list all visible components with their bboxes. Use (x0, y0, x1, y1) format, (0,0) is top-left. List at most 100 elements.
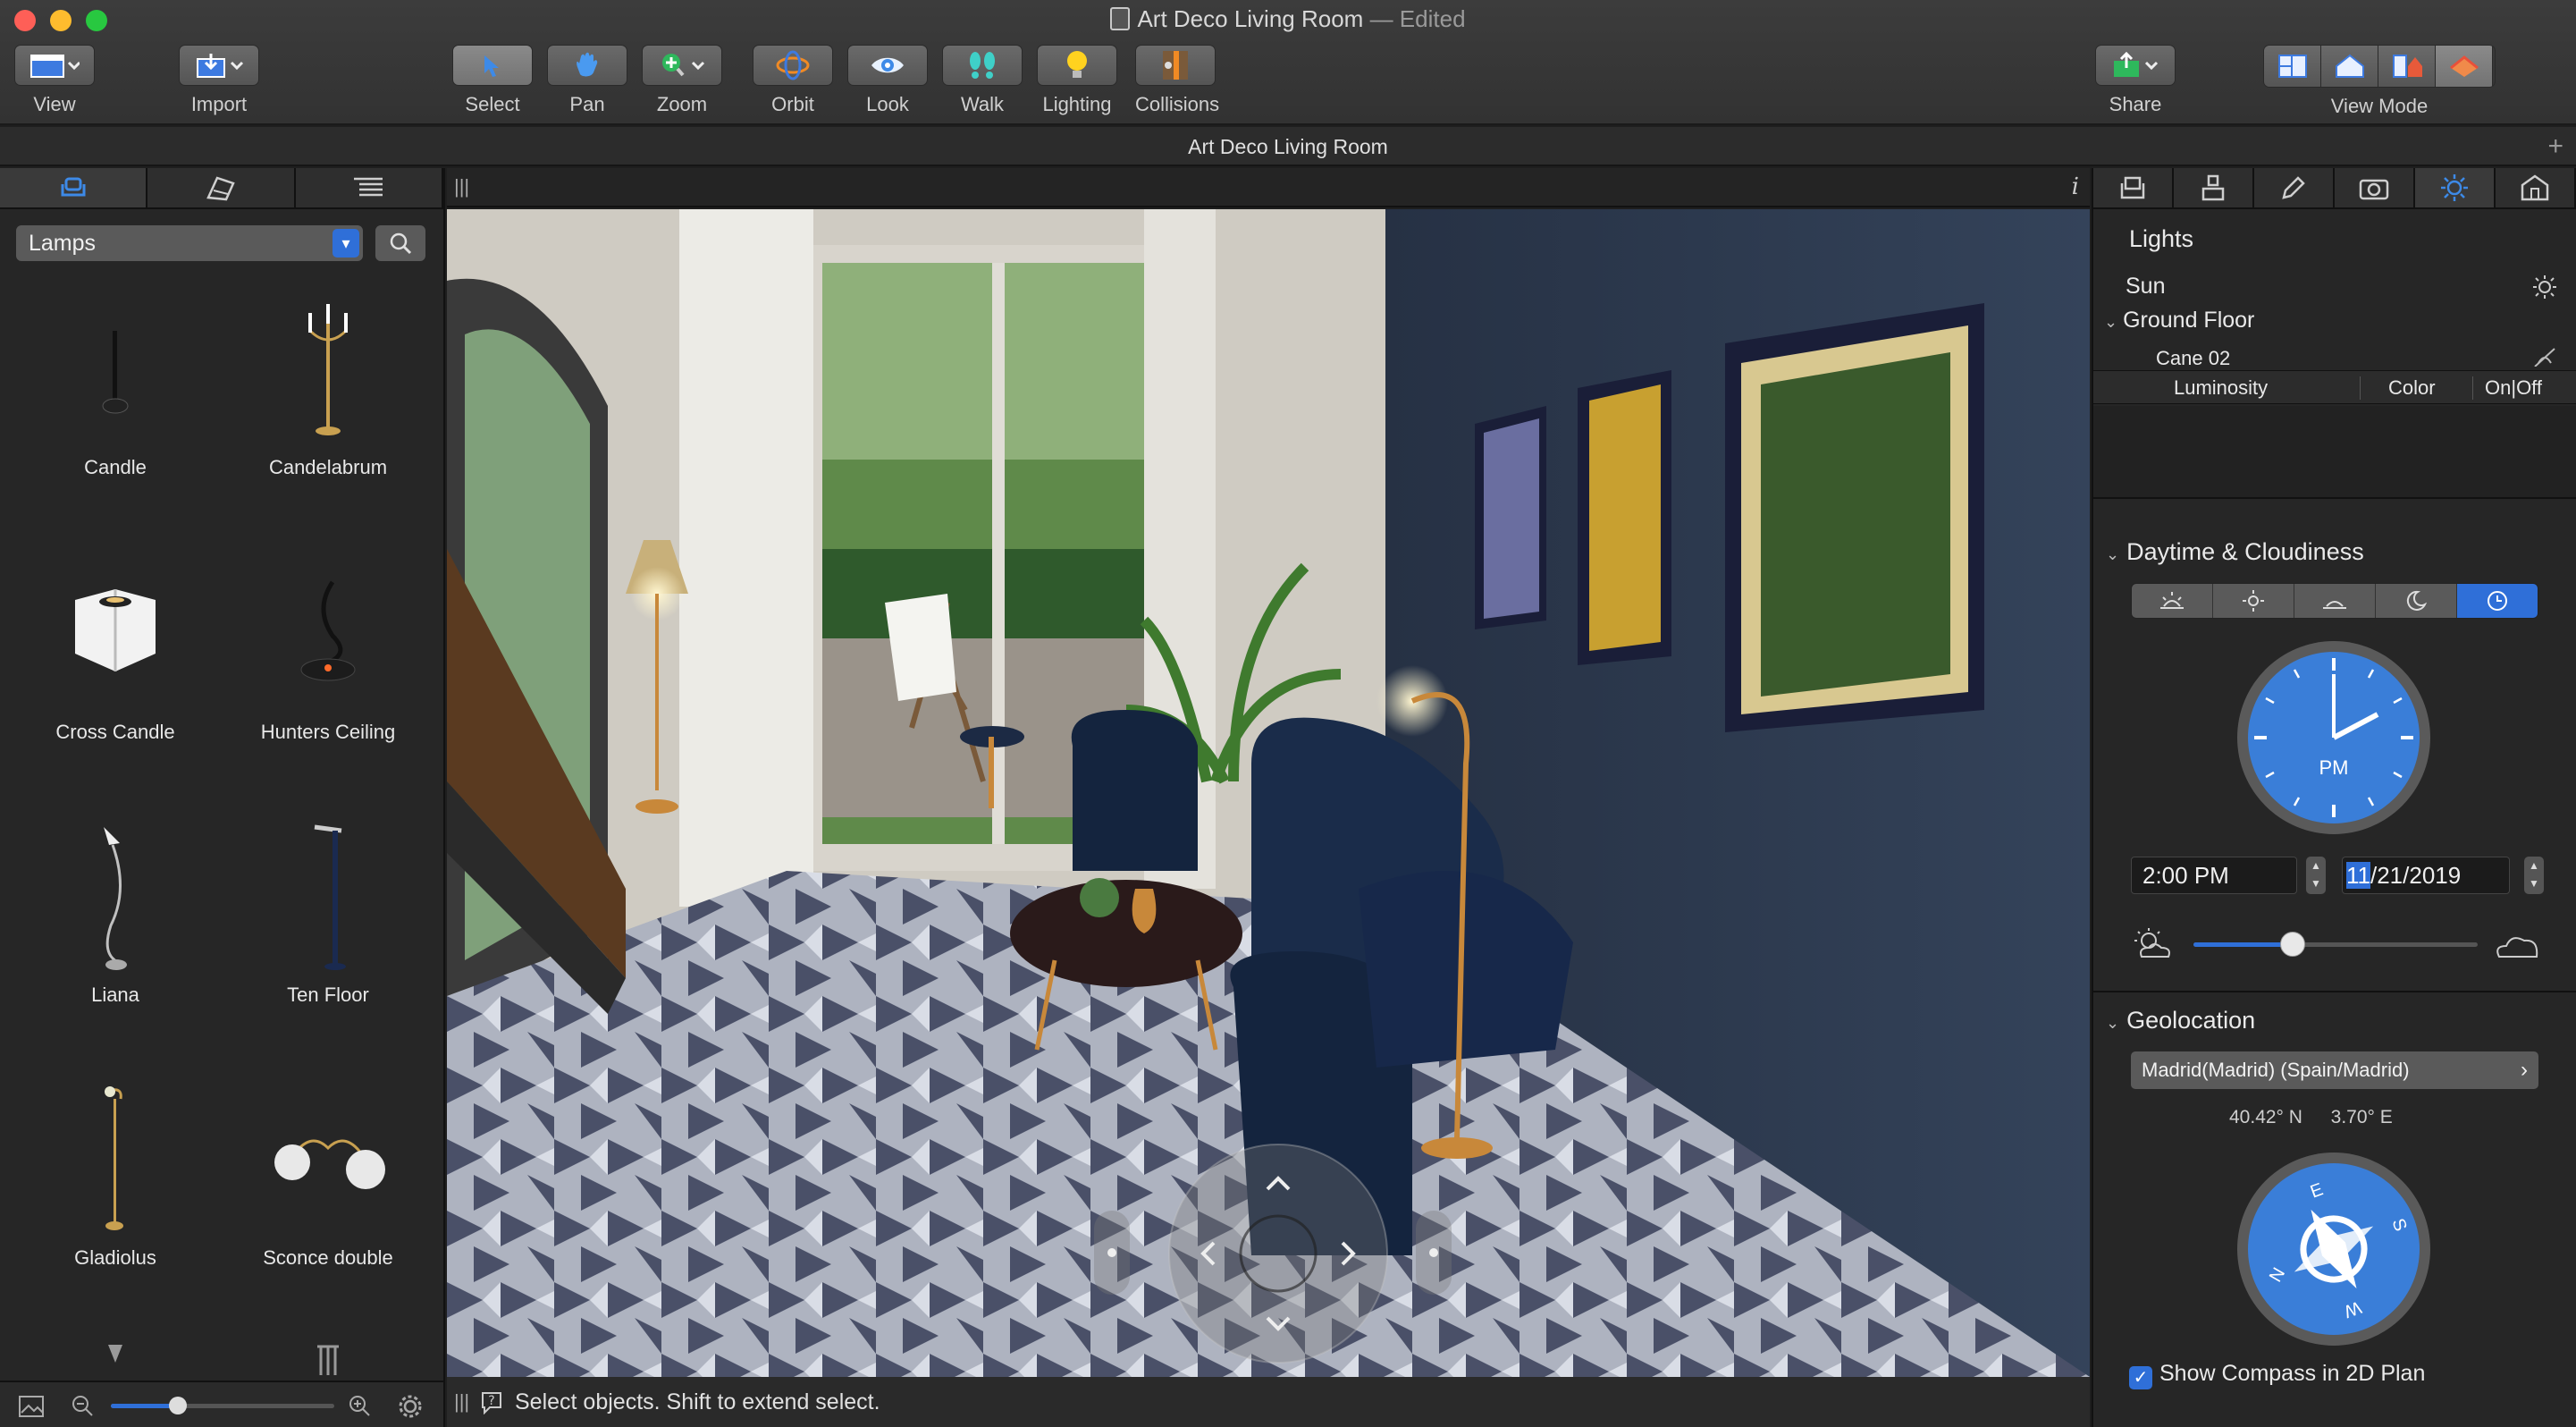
daytime-title: Daytime & Cloudiness (2126, 538, 2364, 565)
thumbnail-size-fill (111, 1404, 178, 1408)
inspector-tabs (2093, 168, 2576, 209)
compass[interactable]: N E S W (2235, 1150, 2433, 1348)
new-tab-button[interactable]: + (2547, 127, 2563, 166)
library-item-label: Hunters Ceiling (260, 721, 396, 743)
daytime-sunset[interactable] (2294, 584, 2376, 618)
light-item-cane[interactable]: Cane 02 (2156, 347, 2558, 367)
tab-materials[interactable] (147, 168, 296, 207)
look-tool[interactable]: Look (847, 45, 928, 116)
thumbnail-size-knob[interactable] (169, 1397, 187, 1414)
location-button[interactable]: Madrid(Madrid) (Spain/Madrid) › (2131, 1051, 2538, 1089)
chevron-down-icon: ⌄ (2106, 1014, 2120, 1032)
pan-tool[interactable]: Pan (547, 45, 627, 116)
import-tool[interactable]: Import (179, 45, 259, 116)
view-mode-tool[interactable]: View Mode (2263, 45, 2496, 118)
daytime-section-header[interactable]: ⌄ Daytime & Cloudiness (2106, 538, 2364, 566)
zoom-out-icon[interactable] (70, 1393, 95, 1418)
date-stepper[interactable]: ▲ ▼ (2524, 857, 2544, 894)
geolocation-section-header[interactable]: ⌄ Geolocation (2106, 1007, 2255, 1034)
walk-button[interactable] (942, 45, 1023, 86)
view-button[interactable] (14, 45, 95, 86)
cross-candle-thumbnail (75, 589, 156, 671)
latitude: 40.42° N (2229, 1107, 2302, 1127)
zoom-tool[interactable]: Zoom (642, 45, 722, 116)
library-item[interactable]: Sconce double (222, 1068, 434, 1270)
library-item[interactable]: Ten Floor (222, 805, 434, 1007)
collisions-tool[interactable]: Collisions (1135, 45, 1219, 116)
library-item[interactable]: Gladiolus (9, 1068, 222, 1270)
collisions-button[interactable] (1135, 45, 1216, 86)
library-search-button[interactable] (375, 225, 425, 261)
tab-objects[interactable] (0, 168, 148, 207)
tab-building[interactable] (2496, 168, 2576, 207)
library-item[interactable]: Candle (9, 277, 222, 479)
tab-camera[interactable] (2335, 168, 2415, 207)
ground-floor-label: Ground Floor (2123, 308, 2255, 333)
zoom-button[interactable] (642, 45, 722, 86)
date-field[interactable]: 11/21/2019 (2342, 857, 2510, 894)
pan-button[interactable] (547, 45, 627, 86)
daytime-night[interactable] (2376, 584, 2457, 618)
view-mode-3d[interactable] (2436, 46, 2493, 87)
orbit-button[interactable] (753, 45, 833, 86)
document-tab[interactable]: Art Deco Living Room (1188, 135, 1388, 158)
share-tool[interactable]: Share (2095, 45, 2176, 116)
walk-tool[interactable]: Walk (942, 45, 1023, 116)
thumbnail-size-slider[interactable] (111, 1397, 334, 1414)
view-tool[interactable]: View (14, 45, 95, 116)
zoom-in-icon[interactable] (347, 1393, 372, 1418)
cloudiness-knob[interactable] (2280, 932, 2306, 957)
longitude: 3.70° E (2330, 1107, 2393, 1127)
column-onoff[interactable]: On|Off (2485, 371, 2542, 405)
library-item[interactable] (9, 1341, 222, 1375)
3d-viewport[interactable] (447, 209, 2090, 1377)
view-mode-2d-plan[interactable] (2264, 46, 2321, 87)
tab-lights[interactable] (2415, 168, 2496, 207)
image-icon[interactable] (18, 1395, 45, 1418)
daytime-segmented[interactable] (2131, 583, 2538, 619)
select-button[interactable] (452, 45, 533, 86)
library-item[interactable]: Hunters Ceiling (222, 542, 434, 744)
time-field[interactable] (2131, 857, 2297, 894)
daytime-noon[interactable] (2213, 584, 2294, 618)
orbit-tool[interactable]: Orbit (753, 45, 833, 116)
light-item-sun[interactable]: Sun (2126, 274, 2558, 300)
sun-icon (2243, 590, 2264, 612)
window-title-text: Art Deco Living Room (1137, 5, 1364, 32)
light-group-ground-floor[interactable]: ⌄ Ground Floor (2104, 308, 2254, 334)
category-select[interactable]: Lamps ▾ (16, 225, 363, 261)
show-compass-row[interactable]: ✓ Show Compass in 2D Plan (2129, 1361, 2425, 1389)
library-item[interactable] (222, 1341, 434, 1375)
tab-edit[interactable] (2254, 168, 2335, 207)
sun-icon (2441, 174, 2468, 201)
library-item[interactable]: Liana (9, 805, 222, 1007)
lighting-button[interactable] (1037, 45, 1117, 86)
select-tool[interactable]: Select (452, 45, 533, 116)
tab-list[interactable] (295, 168, 443, 207)
lighting-tool[interactable]: Lighting (1037, 45, 1117, 116)
cloudiness-slider[interactable] (2193, 932, 2478, 957)
view-mode-split-3d[interactable] (2378, 46, 2436, 87)
view-mode-split[interactable] (2321, 46, 2378, 87)
house-split-icon (2392, 55, 2422, 78)
tab-furniture[interactable] (2093, 168, 2174, 207)
share-button[interactable] (2095, 45, 2176, 86)
library-item[interactable]: Candelabrum (222, 277, 434, 479)
import-button[interactable] (179, 45, 259, 86)
info-icon[interactable]: i (2072, 173, 2079, 200)
chevron-down-icon: ⌄ (2104, 313, 2118, 331)
library-item[interactable]: Cross Candle (9, 542, 222, 744)
drag-handle-icon[interactable]: ||| (454, 175, 469, 198)
daytime-custom[interactable] (2457, 584, 2538, 618)
view-mode-segmented[interactable] (2263, 45, 2496, 88)
library-footer (0, 1381, 443, 1427)
gear-icon[interactable] (397, 1393, 424, 1420)
daytime-sunrise[interactable] (2132, 584, 2213, 618)
look-button[interactable] (847, 45, 928, 86)
analog-clock[interactable]: PM (2235, 638, 2433, 837)
time-stepper[interactable]: ▲ ▼ (2306, 857, 2326, 894)
column-luminosity[interactable]: Luminosity (2174, 371, 2268, 405)
column-color[interactable]: Color (2388, 371, 2436, 405)
tab-paint[interactable] (2174, 168, 2254, 207)
show-compass-checkbox[interactable]: ✓ (2129, 1366, 2152, 1389)
